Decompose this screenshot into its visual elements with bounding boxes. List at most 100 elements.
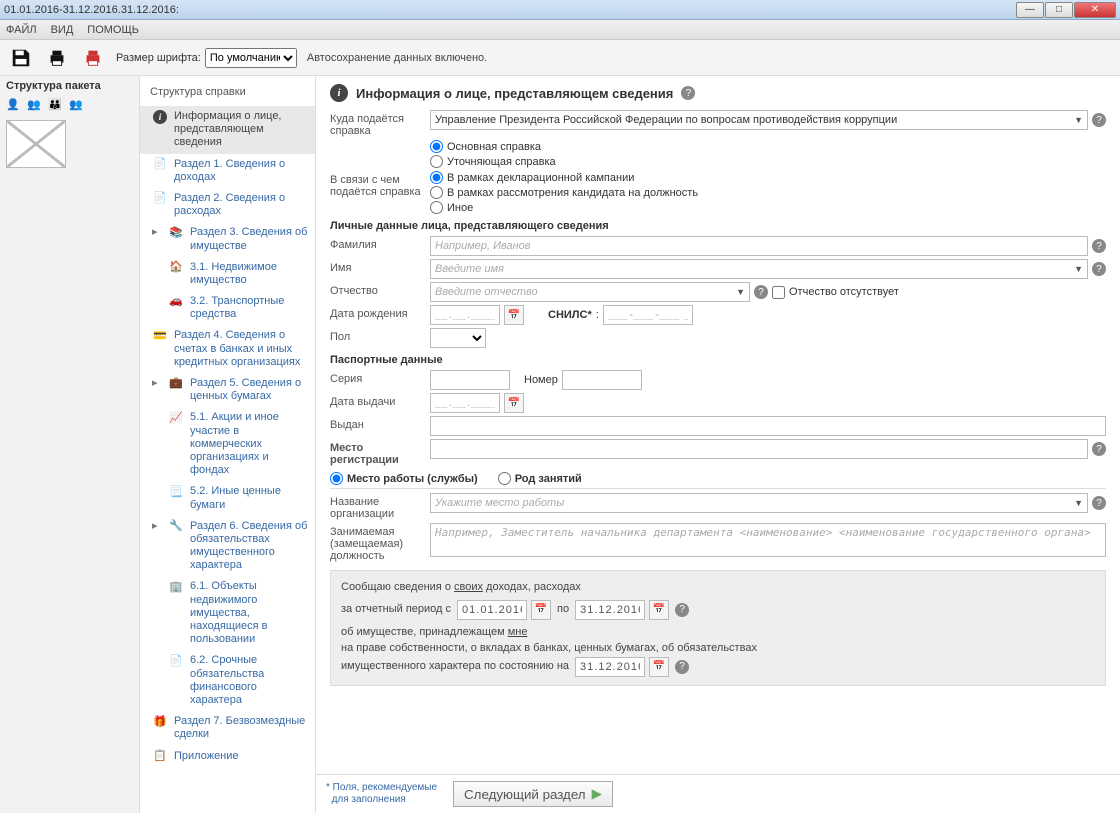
car-icon: 🚗 (168, 295, 184, 309)
patr-label: Отчество (330, 282, 430, 297)
window-close-button[interactable]: ✕ (1074, 2, 1116, 18)
calendar-icon[interactable]: 📅 (531, 600, 551, 620)
nav-item-info[interactable]: iИнформация о лице, представляющем сведе… (140, 106, 315, 154)
nav-item-appendix[interactable]: 📋Приложение (140, 746, 315, 768)
info-icon: i (330, 84, 348, 102)
issue-date-label: Дата выдачи (330, 393, 430, 408)
menu-help[interactable]: ПОМОЩЬ (87, 24, 139, 36)
package-structure-title: Структура пакета (6, 80, 133, 92)
footer-note: * Поля, рекомендуемые для заполнения (326, 782, 437, 806)
reg-input[interactable] (430, 439, 1088, 459)
window-titlebar: 01.01.2016-31.12.2016.31.12.2016: — □ ✕ (0, 0, 1120, 20)
nav-item-s6-1[interactable]: 🏢6.1. Объекты недвижимого имущества, нах… (140, 576, 315, 650)
people-icon[interactable]: 👪 (48, 98, 64, 114)
radio-main[interactable] (430, 140, 443, 153)
date-to-input[interactable] (575, 600, 645, 620)
radio-campaign[interactable] (430, 171, 443, 184)
help-icon[interactable]: ? (1092, 113, 1106, 127)
menu-view[interactable]: ВИД (51, 24, 74, 36)
number-input[interactable] (562, 370, 642, 390)
menu-file[interactable]: ФАЙЛ (6, 24, 37, 36)
dest-label: Куда подаётся справка (330, 110, 430, 137)
help-icon[interactable]: ? (1092, 442, 1106, 456)
date-from-input[interactable] (457, 600, 527, 620)
nav-item-s5-2[interactable]: 📃5.2. Иные ценные бумаги (140, 481, 315, 515)
footer-bar: * Поля, рекомендуемые для заполнения Сле… (316, 774, 1120, 813)
passport-section-head: Паспортные данные (330, 354, 1106, 366)
no-patr-checkbox[interactable] (772, 286, 785, 299)
help-icon[interactable]: ? (1092, 496, 1106, 510)
nav-item-s6[interactable]: ▸🔧Раздел 6. Сведения об обязательствах и… (140, 516, 315, 577)
personal-section-head: Личные данные лица, представляющего свед… (330, 220, 1106, 232)
surname-input[interactable] (430, 236, 1088, 256)
radio-occupation[interactable] (498, 472, 511, 485)
help-icon[interactable]: ? (681, 86, 695, 100)
stack-icon: 📚 (168, 226, 184, 240)
document-icon: 📄 (152, 158, 168, 172)
print-color-icon[interactable] (80, 45, 106, 71)
nav-item-s5[interactable]: ▸💼Раздел 5. Сведения о ценных бумагах (140, 373, 315, 407)
next-section-button[interactable]: Следующий раздел▶ (453, 781, 613, 807)
list-icon: 📋 (152, 750, 168, 764)
calendar-icon[interactable]: 📅 (504, 393, 524, 413)
issue-date-input[interactable] (430, 393, 500, 413)
nav-item-s2[interactable]: 📄Раздел 2. Сведения о расходах (140, 188, 315, 222)
gender-label: Пол (330, 328, 430, 343)
dest-select[interactable]: Управление Президента Российской Федерац… (430, 110, 1088, 130)
print-icon[interactable] (44, 45, 70, 71)
dob-input[interactable] (430, 305, 500, 325)
reg-label: Место регистрации (330, 439, 430, 466)
card-icon: 💳 (152, 329, 168, 343)
building-icon: 🏢 (168, 580, 184, 594)
chart-icon: 📈 (168, 411, 184, 425)
nav-item-s6-2[interactable]: 📄6.2. Срочные обязательства финансового … (140, 650, 315, 711)
period-block: Сообщаю сведения о своих доходах, расход… (330, 570, 1106, 686)
series-input[interactable] (430, 370, 510, 390)
help-icon[interactable]: ? (1092, 262, 1106, 276)
save-icon[interactable] (8, 45, 34, 71)
post-textarea[interactable] (430, 523, 1106, 557)
people-dots-icon[interactable]: 👥 (69, 98, 85, 114)
date-asof-input[interactable] (575, 657, 645, 677)
reason-label: В связи с чем подаётся справка (330, 171, 430, 198)
document-icon: 📄 (152, 192, 168, 206)
nav-item-s3-2[interactable]: 🚗3.2. Транспортные средства (140, 291, 315, 325)
radio-workplace[interactable] (330, 472, 343, 485)
patr-input[interactable]: Введите отчество▼ (430, 282, 750, 302)
menu-bar: ФАЙЛ ВИД ПОМОЩЬ (0, 20, 1120, 40)
calendar-icon[interactable]: 📅 (649, 600, 669, 620)
issued-by-input[interactable] (430, 416, 1106, 436)
window-title: 01.01.2016-31.12.2016.31.12.2016: (4, 4, 1015, 16)
document-icon: 📄 (168, 654, 184, 668)
help-icon[interactable]: ? (1092, 239, 1106, 253)
gender-select[interactable] (430, 328, 486, 348)
nav-item-s5-1[interactable]: 📈5.1. Акции и иное участие в коммерчески… (140, 407, 315, 481)
radio-candidate[interactable] (430, 186, 443, 199)
window-maximize-button[interactable]: □ (1045, 2, 1073, 18)
help-icon[interactable]: ? (675, 603, 689, 617)
org-select[interactable]: Укажите место работы▼ (430, 493, 1088, 513)
help-icon[interactable]: ? (754, 285, 768, 299)
radio-correction[interactable] (430, 155, 443, 168)
nav-item-s4[interactable]: 💳Раздел 4. Сведения о счетах в банках и … (140, 325, 315, 373)
person-plus-icon[interactable]: 👥 (27, 98, 43, 114)
font-size-select[interactable]: По умолчанию (205, 48, 297, 68)
radio-other[interactable] (430, 201, 443, 214)
play-icon: ▶ (592, 786, 602, 802)
snils-input[interactable] (603, 305, 693, 325)
name-input[interactable]: Введите имя▼ (430, 259, 1088, 279)
page-title: Информация о лице, представляющем сведен… (356, 86, 673, 101)
help-icon[interactable]: ? (675, 660, 689, 674)
number-label: Номер (524, 374, 558, 386)
nav-item-s3[interactable]: ▸📚Раздел 3. Сведения об имуществе (140, 222, 315, 256)
nav-item-s3-1[interactable]: 🏠3.1. Недвижимое имущество (140, 257, 315, 291)
dob-label: Дата рождения (330, 305, 430, 320)
nav-item-s1[interactable]: 📄Раздел 1. Сведения о доходах (140, 154, 315, 188)
calendar-icon[interactable]: 📅 (649, 657, 669, 677)
surname-label: Фамилия (330, 236, 430, 251)
org-label: Название организации (330, 493, 430, 520)
calendar-icon[interactable]: 📅 (504, 305, 524, 325)
window-minimize-button[interactable]: — (1016, 2, 1044, 18)
person-icon[interactable]: 👤 (6, 98, 22, 114)
nav-item-s7[interactable]: 🎁Раздел 7. Безвозмездные сделки (140, 711, 315, 745)
